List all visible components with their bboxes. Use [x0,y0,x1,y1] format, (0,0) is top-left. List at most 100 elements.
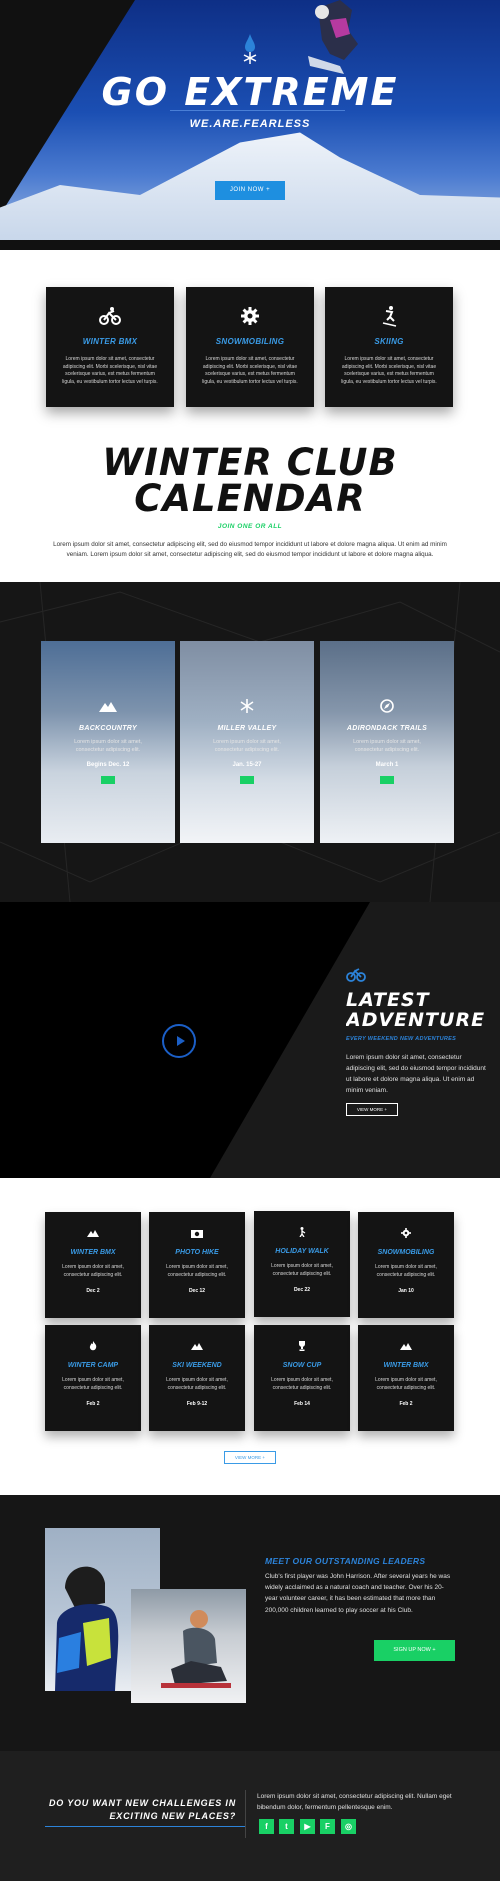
event-date: Begins Dec. 12 [86,762,130,768]
grid-date: Feb 14 [294,1401,310,1407]
calendar-description: Lorem ipsum dolor sit amet, consectetur … [53,541,447,558]
grid-date: Feb 2 [86,1401,100,1407]
mountain-icon [87,1230,99,1237]
grid-title: WINTER BMX [70,1249,116,1256]
grid-date: Feb 9-12 [186,1401,208,1407]
footer-divider [45,1826,245,1827]
event-title: ADIRONDACK TRAILS [346,725,428,732]
grid-title: SNOWMOBILING [377,1249,435,1256]
grid-text: Lorem ipsum dolor sit amet, consectetur … [271,1263,333,1277]
grid-date: Dec 12 [188,1288,206,1294]
latest-subtitle: EVERY WEEKEND NEW ADVENTURES [346,1036,457,1042]
grid-text: Lorem ipsum dolor sit amet, consectetur … [166,1264,228,1278]
foursquare-icon[interactable]: F [320,1819,335,1834]
hiker-icon [299,1227,306,1237]
latest-title: LATEST ADVENTURE [346,990,500,1030]
footer-question-line1: DO YOU WANT NEW CHALLENGES IN [48,1798,236,1808]
activity-card-snowmobiling[interactable]: SNOWMOBILING Lorem ipsum dolor sit amet,… [186,287,314,407]
snowflake-icon [240,699,254,713]
grid-card-snow-cup[interactable]: SNOW CUP Lorem ipsum dolor sit amet, con… [254,1325,350,1431]
activity-text: Lorem ipsum dolor sit amet, consectetur … [202,356,298,385]
calendar-title-line1: WINTER CLUB [102,441,398,484]
grid-title: WINTER CAMP [67,1362,119,1369]
youtube-icon[interactable]: ▶ [300,1819,315,1834]
event-title: MILLER VALLEY [217,725,277,732]
hero-subtitle: WE.ARE.FEARLESS [189,118,311,130]
event-title: BACKCOUNTRY [78,725,137,732]
leaders-title: MEET OUR OUTSTANDING LEADERS [265,1556,426,1566]
event-text: Lorem ipsum dolor sit amet, consectetur … [213,739,281,753]
gear-icon [241,307,259,325]
grid-text: Lorem ipsum dolor sit amet, consectetur … [375,1264,437,1278]
activity-text: Lorem ipsum dolor sit amet, consectetur … [62,356,158,385]
grid-card-winter-camp[interactable]: WINTER CAMP Lorem ipsum dolor sit amet, … [45,1325,141,1431]
event-date: March 1 [375,762,399,768]
mountain-icon [99,702,117,712]
footer-vertical-divider [245,1790,246,1838]
activity-title: SKIING [374,337,404,346]
mountain-icon [191,1343,203,1350]
event-card-backcountry[interactable]: BACKCOUNTRY Lorem ipsum dolor sit amet, … [41,641,175,843]
grid-date: Dec 2 [86,1288,100,1294]
grid-title: SNOW CUP [282,1362,322,1369]
latest-description: Lorem ipsum dolor sit amet, consectetur … [346,1054,486,1094]
calendar-title-line2: CALENDAR [134,477,366,520]
view-more-button[interactable]: VIEW MORE + [346,1103,398,1116]
grid-text: Lorem ipsum dolor sit amet, consectetur … [166,1377,228,1391]
facebook-icon[interactable]: f [259,1819,274,1834]
hero-bottom-band [0,240,500,250]
grid-title: SKI WEEKEND [172,1362,222,1369]
grid-card-photo-hike[interactable]: PHOTO HIKE Lorem ipsum dolor sit amet, c… [149,1212,245,1318]
camera-icon [191,1230,203,1238]
event-go-button[interactable] [101,776,115,784]
event-text: Lorem ipsum dolor sit amet, consectetur … [74,739,142,753]
event-card-adirondack-trails[interactable]: ADIRONDACK TRAILS Lorem ipsum dolor sit … [320,641,454,843]
grid-card-winter-bmx-2[interactable]: WINTER BMX Lorem ipsum dolor sit amet, c… [358,1325,454,1431]
gear-icon [401,1228,411,1238]
bmx-bike-icon [346,968,366,982]
calendar-subtitle: JOIN ONE OR ALL [217,523,283,530]
event-go-button[interactable] [380,776,394,784]
bmx-bike-icon [99,307,121,325]
play-video-button[interactable] [162,1024,196,1058]
latest-title-line1: LATEST [346,990,430,1011]
event-card-miller-valley[interactable]: MILLER VALLEY Lorem ipsum dolor sit amet… [180,641,314,843]
grid-card-winter-bmx[interactable]: WINTER BMX Lorem ipsum dolor sit amet, c… [45,1212,141,1318]
grid-date: Jan 10 [398,1288,414,1294]
mountain-icon [400,1343,412,1350]
hero-divider [170,110,345,111]
grid-title: WINTER BMX [383,1362,429,1369]
grid-date: Dec 22 [293,1287,311,1293]
grid-view-more-button[interactable]: VIEW MORE + [224,1451,276,1464]
fire-icon [89,1341,97,1351]
grid-card-snowmobiling[interactable]: SNOWMOBILING Lorem ipsum dolor sit amet,… [358,1212,454,1318]
twitter-icon[interactable]: t [279,1819,294,1834]
grid-text: Lorem ipsum dolor sit amet, consectetur … [375,1377,437,1391]
activity-card-skiing[interactable]: SKIING Lorem ipsum dolor sit amet, conse… [325,287,453,407]
leader-photo-snowboarder [131,1589,246,1703]
activity-title: WINTER BMX [82,337,138,346]
footer-question: DO YOU WANT NEW CHALLENGES IN EXCITING N… [40,1797,236,1823]
grid-card-ski-weekend[interactable]: SKI WEEKEND Lorem ipsum dolor sit amet, … [149,1325,245,1431]
instagram-icon[interactable]: ◎ [341,1819,356,1834]
activity-title: SNOWMOBILING [215,337,285,346]
latest-title-line2: ADVENTURE [346,1009,486,1030]
grid-card-holiday-walk[interactable]: HOLIDAY WALK Lorem ipsum dolor sit amet,… [254,1211,350,1317]
grid-title: PHOTO HIKE [175,1249,219,1256]
grid-text: Lorem ipsum dolor sit amet, consectetur … [62,1264,124,1278]
compass-icon [380,699,394,713]
grid-text: Lorem ipsum dolor sit amet, consectetur … [271,1377,333,1391]
footer-description: Lorem ipsum dolor sit amet, consectetur … [257,1793,452,1811]
activity-text: Lorem ipsum dolor sit amet, consectetur … [341,356,437,385]
activity-card-winter-bmx[interactable]: WINTER BMX Lorem ipsum dolor sit amet, c… [46,287,174,407]
hero-title: GO EXTREME [101,70,399,114]
event-go-button[interactable] [240,776,254,784]
grid-title: HOLIDAY WALK [275,1248,329,1255]
join-now-button[interactable]: JOIN NOW + [215,181,285,200]
skier-icon [382,306,397,327]
snowflake-drop-logo-icon [243,34,257,64]
grid-text: Lorem ipsum dolor sit amet, consectetur … [62,1377,124,1391]
footer-question-line2: EXCITING NEW PLACES? [109,1811,236,1821]
grid-date: Feb 2 [399,1401,413,1407]
sign-up-now-button[interactable]: SIGN UP NOW + [374,1640,455,1661]
